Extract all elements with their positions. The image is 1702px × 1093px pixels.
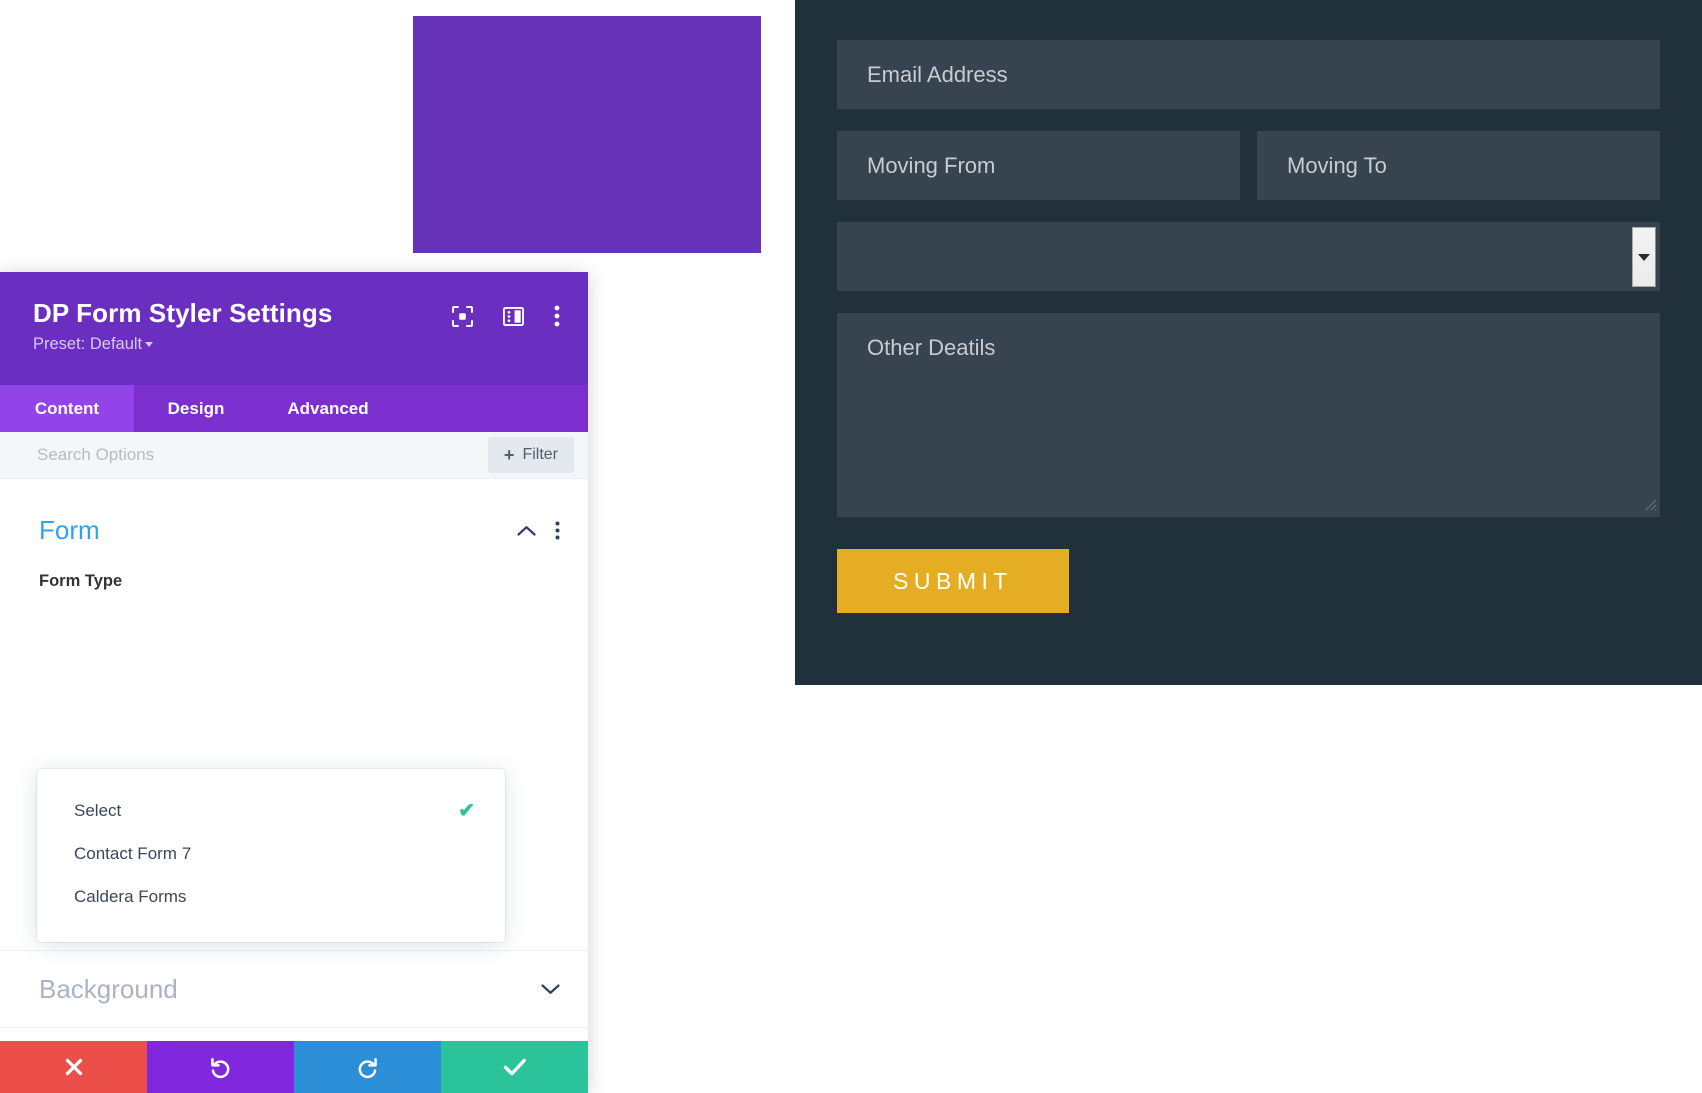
chevron-down-icon[interactable] bbox=[541, 983, 560, 995]
focus-frame-icon[interactable] bbox=[452, 305, 473, 327]
filter-button-label: Filter bbox=[522, 446, 558, 463]
modal-header: DP Form Styler Settings Preset: Default bbox=[0, 272, 588, 385]
submit-button[interactable]: SUBMIT bbox=[837, 549, 1069, 613]
modal-action-bar bbox=[0, 1041, 588, 1093]
select-dropdown-arrow-icon[interactable] bbox=[1632, 227, 1656, 287]
panel-layout-icon[interactable] bbox=[503, 306, 524, 326]
dropdown-option-caldera-forms[interactable]: Caldera Forms bbox=[37, 875, 505, 918]
chevron-down-icon bbox=[145, 342, 154, 347]
section-form-title: Form bbox=[39, 515, 100, 545]
search-input[interactable] bbox=[37, 445, 488, 465]
modal-tabs: Content Design Advanced bbox=[0, 385, 588, 432]
chevron-up-icon[interactable] bbox=[517, 525, 536, 537]
tab-design[interactable]: Design bbox=[134, 385, 258, 432]
cancel-button[interactable] bbox=[0, 1041, 147, 1093]
other-details-textarea[interactable] bbox=[837, 313, 1660, 517]
redo-icon bbox=[358, 1057, 377, 1078]
tab-advanced[interactable]: Advanced bbox=[258, 385, 398, 432]
more-vertical-icon[interactable] bbox=[554, 305, 560, 327]
modal-header-icons bbox=[452, 305, 560, 327]
modal-body: Form Form Type Select ✔ Contact Form 7 C… bbox=[0, 479, 588, 1041]
check-icon bbox=[503, 1058, 526, 1076]
preset-selector[interactable]: Preset: Default bbox=[33, 335, 558, 354]
service-select-wrapper bbox=[837, 222, 1660, 291]
decorative-purple-block-small bbox=[414, 43, 486, 78]
moving-to-field[interactable] bbox=[1257, 131, 1660, 200]
redo-button[interactable] bbox=[294, 1041, 441, 1093]
search-row: + Filter bbox=[0, 432, 588, 479]
dropdown-option-label: Select bbox=[74, 800, 122, 820]
dropdown-option-label: Caldera Forms bbox=[74, 886, 187, 906]
filter-button[interactable]: + Filter bbox=[487, 437, 574, 473]
preview-contact-form: SUBMIT bbox=[795, 0, 1702, 685]
settings-modal: DP Form Styler Settings Preset: Default bbox=[0, 272, 588, 1093]
section-form-header[interactable]: Form bbox=[39, 515, 560, 546]
section-form: Form Form Type bbox=[0, 479, 588, 591]
form-type-label: Form Type bbox=[39, 572, 123, 590]
collapsed-sections: Background Admin Label DP Form Styler by… bbox=[0, 950, 588, 1041]
service-select[interactable] bbox=[837, 222, 1660, 291]
section-background[interactable]: Background bbox=[0, 950, 588, 1027]
save-button[interactable] bbox=[441, 1041, 588, 1093]
dropdown-option-contact-form-7[interactable]: Contact Form 7 bbox=[37, 832, 505, 875]
plus-icon: + bbox=[503, 445, 515, 465]
section-form-actions bbox=[517, 521, 560, 540]
email-field[interactable] bbox=[837, 40, 1660, 109]
dropdown-option-select[interactable]: Select ✔ bbox=[37, 789, 505, 832]
screen-root: DP Form Styler Settings Preset: Default bbox=[0, 0, 1702, 1093]
form-type-dropdown: Select ✔ Contact Form 7 Caldera Forms bbox=[37, 769, 505, 942]
section-more-vertical-icon[interactable] bbox=[555, 521, 560, 540]
undo-icon bbox=[211, 1057, 230, 1078]
preset-label: Preset: Default bbox=[33, 335, 143, 353]
tab-content[interactable]: Content bbox=[0, 385, 134, 432]
moving-fields-row bbox=[837, 131, 1660, 200]
close-icon bbox=[65, 1058, 82, 1076]
section-background-title: Background bbox=[39, 973, 178, 1004]
check-icon: ✔ bbox=[458, 799, 475, 822]
moving-from-field[interactable] bbox=[837, 131, 1240, 200]
dropdown-option-label: Contact Form 7 bbox=[74, 843, 192, 863]
section-admin-label[interactable]: Admin Label bbox=[0, 1027, 588, 1041]
details-textarea-wrapper bbox=[837, 313, 1660, 517]
undo-button[interactable] bbox=[147, 1041, 294, 1093]
